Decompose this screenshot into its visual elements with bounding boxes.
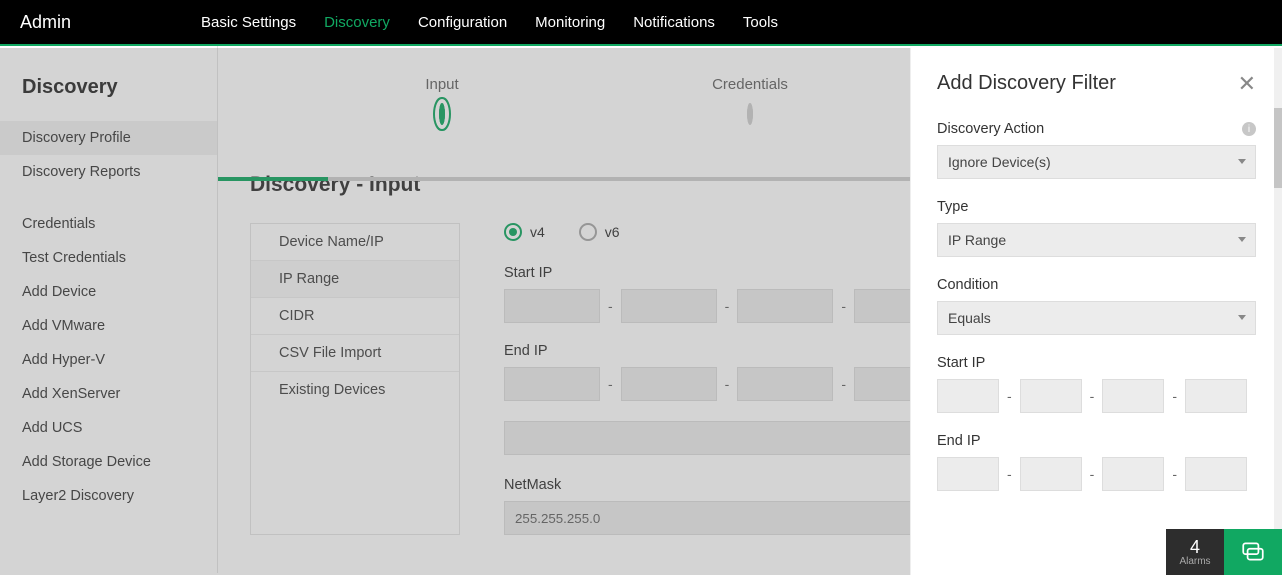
alarm-count: 4: [1190, 538, 1200, 556]
method-ip-range[interactable]: IP Range: [251, 261, 459, 298]
sidebar-item-discovery-profile[interactable]: Discovery Profile: [0, 121, 217, 155]
radio-dot-icon: [579, 223, 597, 241]
radio-ipv6[interactable]: v6: [579, 223, 620, 241]
start-ip-octet-1[interactable]: [504, 289, 600, 323]
app-title: Admin: [20, 12, 71, 33]
start-ip-octet-2[interactable]: [621, 289, 717, 323]
sidebar-item-add-xenserver[interactable]: Add XenServer: [0, 377, 217, 411]
method-existing-devices[interactable]: Existing Devices: [251, 372, 459, 408]
end-ip-octet-1[interactable]: [504, 367, 600, 401]
end-ip-octet-3[interactable]: [737, 367, 833, 401]
stepper-track-fill: [218, 177, 328, 181]
drawer-end-ip-row: - - -: [937, 457, 1256, 491]
radio-ipv6-label: v6: [605, 224, 620, 240]
alarms-button[interactable]: 4 Alarms: [1166, 529, 1224, 575]
sidebar-gap: [0, 189, 217, 207]
step-credentials-label[interactable]: Credentials: [596, 76, 904, 93]
sidebar-item-add-vmware[interactable]: Add VMware: [0, 309, 217, 343]
sidebar: Discovery Discovery Profile Discovery Re…: [0, 46, 218, 573]
drawer-end-ip-label: End IP: [937, 433, 981, 449]
drawer-scrollbar[interactable]: [1274, 48, 1282, 575]
type-label: Type: [937, 199, 968, 215]
drawer-start-ip-2[interactable]: [1020, 379, 1082, 413]
radio-ipv4[interactable]: v4: [504, 223, 545, 241]
close-icon[interactable]: ✕: [1238, 73, 1256, 95]
method-csv-file-import[interactable]: CSV File Import: [251, 335, 459, 372]
sidebar-item-add-hyperv[interactable]: Add Hyper-V: [0, 343, 217, 377]
nav-discovery[interactable]: Discovery: [324, 14, 390, 31]
sidebar-item-add-ucs[interactable]: Add UCS: [0, 411, 217, 445]
alarm-label: Alarms: [1179, 556, 1210, 567]
sidebar-item-add-device[interactable]: Add Device: [0, 275, 217, 309]
start-ip-octet-3[interactable]: [737, 289, 833, 323]
topbar: Admin Basic Settings Discovery Configura…: [0, 0, 1282, 46]
step-dot-credentials[interactable]: [747, 103, 753, 125]
drawer-end-ip-4[interactable]: [1185, 457, 1247, 491]
condition-label: Condition: [937, 277, 998, 293]
sidebar-item-discovery-reports[interactable]: Discovery Reports: [0, 155, 217, 189]
sidebar-item-layer2-discovery[interactable]: Layer2 Discovery: [0, 479, 217, 513]
drawer-end-ip-1[interactable]: [937, 457, 999, 491]
drawer-start-ip-3[interactable]: [1102, 379, 1164, 413]
type-select[interactable]: IP Range: [937, 223, 1256, 257]
radio-dot-icon: [504, 223, 522, 241]
discovery-action-select[interactable]: Ignore Device(s): [937, 145, 1256, 179]
chat-icon: [1240, 539, 1266, 565]
nav-tools[interactable]: Tools: [743, 14, 778, 31]
info-icon[interactable]: i: [1242, 122, 1256, 136]
discovery-action-label: Discovery Action: [937, 121, 1044, 137]
nav-configuration[interactable]: Configuration: [418, 14, 507, 31]
nav-monitoring[interactable]: Monitoring: [535, 14, 605, 31]
sidebar-item-test-credentials[interactable]: Test Credentials: [0, 241, 217, 275]
step-input-label[interactable]: Input: [288, 76, 596, 93]
chat-button[interactable]: [1224, 529, 1282, 575]
drawer-start-ip-row: - - -: [937, 379, 1256, 413]
method-device-name-ip[interactable]: Device Name/IP: [251, 224, 459, 261]
end-ip-octet-2[interactable]: [621, 367, 717, 401]
drawer-end-ip-2[interactable]: [1020, 457, 1082, 491]
radio-ipv4-label: v4: [530, 224, 545, 240]
drawer-start-ip-label: Start IP: [937, 355, 985, 371]
topbar-nav: Basic Settings Discovery Configuration M…: [201, 14, 778, 31]
step-dot-input[interactable]: [439, 103, 445, 125]
drawer-start-ip-4[interactable]: [1185, 379, 1247, 413]
sidebar-heading: Discovery: [0, 66, 217, 121]
nav-basic-settings[interactable]: Basic Settings: [201, 14, 296, 31]
sidebar-item-credentials[interactable]: Credentials: [0, 207, 217, 241]
filter-drawer: Add Discovery Filter ✕ Discovery Action …: [910, 48, 1282, 575]
drawer-title: Add Discovery Filter: [937, 72, 1116, 95]
scrollbar-thumb[interactable]: [1274, 108, 1282, 188]
method-list: Device Name/IP IP Range CIDR CSV File Im…: [250, 223, 460, 535]
condition-select[interactable]: Equals: [937, 301, 1256, 335]
drawer-end-ip-3[interactable]: [1102, 457, 1164, 491]
sidebar-item-add-storage-device[interactable]: Add Storage Device: [0, 445, 217, 479]
drawer-start-ip-1[interactable]: [937, 379, 999, 413]
method-cidr[interactable]: CIDR: [251, 298, 459, 335]
nav-notifications[interactable]: Notifications: [633, 14, 715, 31]
